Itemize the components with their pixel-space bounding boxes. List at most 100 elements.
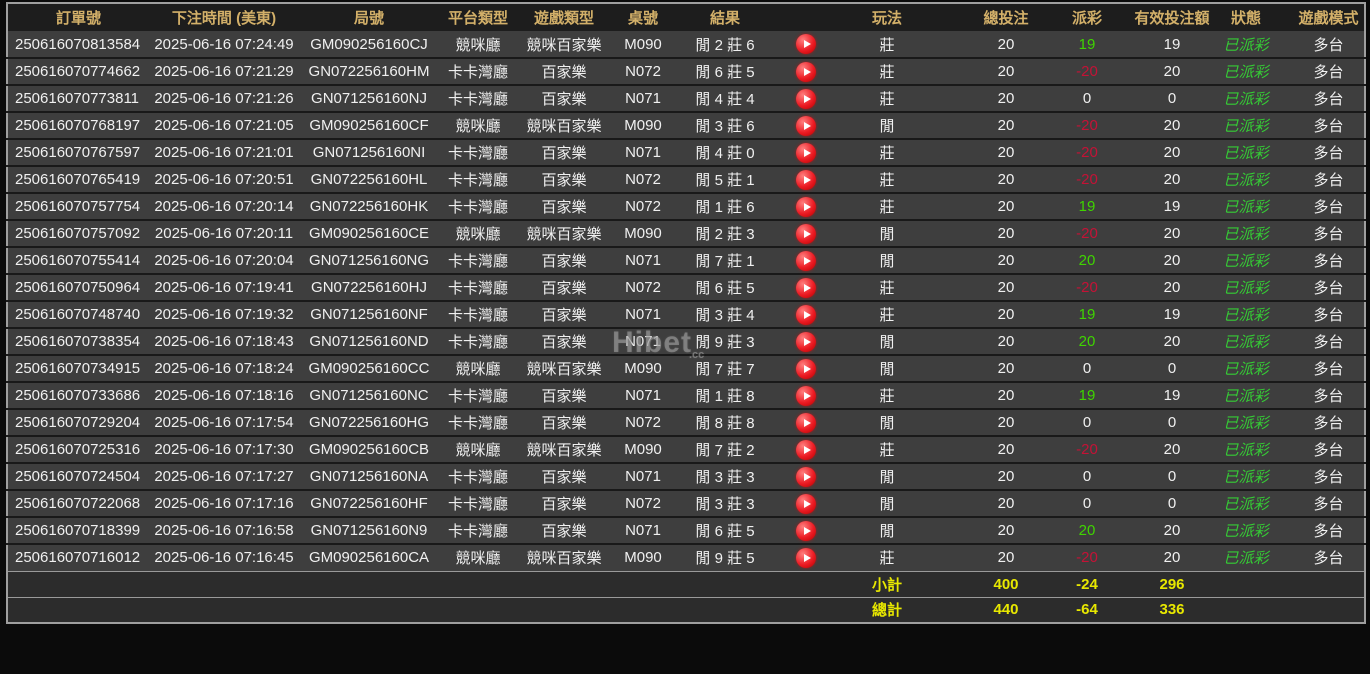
replay-button[interactable] [796,224,816,244]
cell-game_type: 百家樂 [517,85,611,112]
cell-result: 閒 2 莊 3 [675,220,775,247]
cell-play [775,274,837,301]
replay-button[interactable] [796,359,816,379]
cell-time: 2025-06-16 07:21:26 [149,85,299,112]
cell-mode: 多台 [1293,31,1365,58]
cell-round: GN071256160NJ [299,85,439,112]
replay-button[interactable] [796,251,816,271]
cell-mode: 多台 [1293,301,1365,328]
cell-result: 閒 6 莊 5 [675,274,775,301]
cell-total_bet: 20 [937,139,1047,166]
cell-payout: 0 [1047,355,1127,382]
replay-button[interactable] [796,197,816,217]
column-header-status: 狀態 [1217,3,1293,31]
cell-play [775,166,837,193]
grand-total-row: 總計440-64336 [7,597,1365,623]
cell-total_bet: 20 [937,58,1047,85]
cell-mode: 多台 [1293,58,1365,85]
cell-time: 2025-06-16 07:16:45 [149,544,299,571]
cell-result: 閒 4 莊 0 [675,139,775,166]
cell-platform: 卡卡灣廳 [439,328,517,355]
replay-button[interactable] [796,521,816,541]
cell-valid_bet: 20 [1127,166,1217,193]
cell-payout: 20 [1047,328,1127,355]
cell-platform: 卡卡灣廳 [439,409,517,436]
cell-time: 2025-06-16 07:17:27 [149,463,299,490]
cell-status: 已派彩 [1217,139,1293,166]
cell-play [775,193,837,220]
cell-order: 250616070729204 [7,409,149,436]
cell-table_no: N072 [611,58,675,85]
replay-button[interactable] [796,467,816,487]
cell-time: 2025-06-16 07:21:29 [149,58,299,85]
cell-valid_bet: 20 [1127,220,1217,247]
cell-order: 250616070734915 [7,355,149,382]
cell-platform: 競咪廳 [439,355,517,382]
replay-button[interactable] [796,386,816,406]
cell-total_bet: 20 [937,490,1047,517]
cell-time: 2025-06-16 07:20:04 [149,247,299,274]
cell-result: 閒 7 莊 1 [675,247,775,274]
cell-play [775,463,837,490]
cell-method: 閒 [837,517,937,544]
replay-button[interactable] [796,440,816,460]
cell-total_bet: 20 [937,517,1047,544]
cell-valid_bet: 20 [1127,436,1217,463]
cell-payout: -20 [1047,274,1127,301]
cell-valid_bet: 20 [1127,544,1217,571]
replay-button[interactable] [796,62,816,82]
table-row: 2506160707654192025-06-16 07:20:51GN0722… [7,166,1365,193]
cell-valid_bet: 20 [1127,517,1217,544]
replay-button[interactable] [796,143,816,163]
cell-method: 閒 [837,463,937,490]
cell-mode: 多台 [1293,436,1365,463]
cell-method: 閒 [837,355,937,382]
cell-status: 已派彩 [1217,328,1293,355]
cell-game_type: 百家樂 [517,409,611,436]
cell-order: 250616070755414 [7,247,149,274]
cell-payout: -20 [1047,112,1127,139]
cell-method: 閒 [837,328,937,355]
cell-time: 2025-06-16 07:18:24 [149,355,299,382]
replay-button[interactable] [796,413,816,433]
cell-payout: 19 [1047,31,1127,58]
cell-round: GM090256160CA [299,544,439,571]
cell-payout: 20 [1047,517,1127,544]
cell-valid_bet: 20 [1127,112,1217,139]
cell-mode: 多台 [1293,544,1365,571]
replay-button[interactable] [796,34,816,54]
cell-method: 莊 [837,31,937,58]
cell-payout: -20 [1047,58,1127,85]
cell-mode: 多台 [1293,490,1365,517]
replay-button[interactable] [796,548,816,568]
cell-platform: 卡卡灣廳 [439,301,517,328]
cell-table_no: N072 [611,490,675,517]
table-row: 2506160707738112025-06-16 07:21:26GN0712… [7,85,1365,112]
replay-button[interactable] [796,332,816,352]
cell-game_type: 競咪百家樂 [517,31,611,58]
cell-total_bet: 20 [937,274,1047,301]
cell-method: 閒 [837,247,937,274]
cell-order: 250616070722068 [7,490,149,517]
cell-method: 莊 [837,544,937,571]
cell-table_no: M090 [611,220,675,247]
replay-button[interactable] [796,116,816,136]
cell-round: GN072256160HL [299,166,439,193]
replay-button[interactable] [796,170,816,190]
cell-status: 已派彩 [1217,436,1293,463]
replay-button[interactable] [796,278,816,298]
replay-button[interactable] [796,305,816,325]
cell-order: 250616070765419 [7,166,149,193]
cell-result: 閒 2 莊 6 [675,31,775,58]
cell-method: 莊 [837,193,937,220]
cell-status: 已派彩 [1217,193,1293,220]
cell-play [775,301,837,328]
replay-button[interactable] [796,89,816,109]
cell-game_type: 百家樂 [517,139,611,166]
replay-button[interactable] [796,494,816,514]
play-icon [804,149,811,157]
play-icon [804,473,811,481]
cell-play [775,436,837,463]
cell-valid_bet: 19 [1127,301,1217,328]
cell-time: 2025-06-16 07:20:11 [149,220,299,247]
